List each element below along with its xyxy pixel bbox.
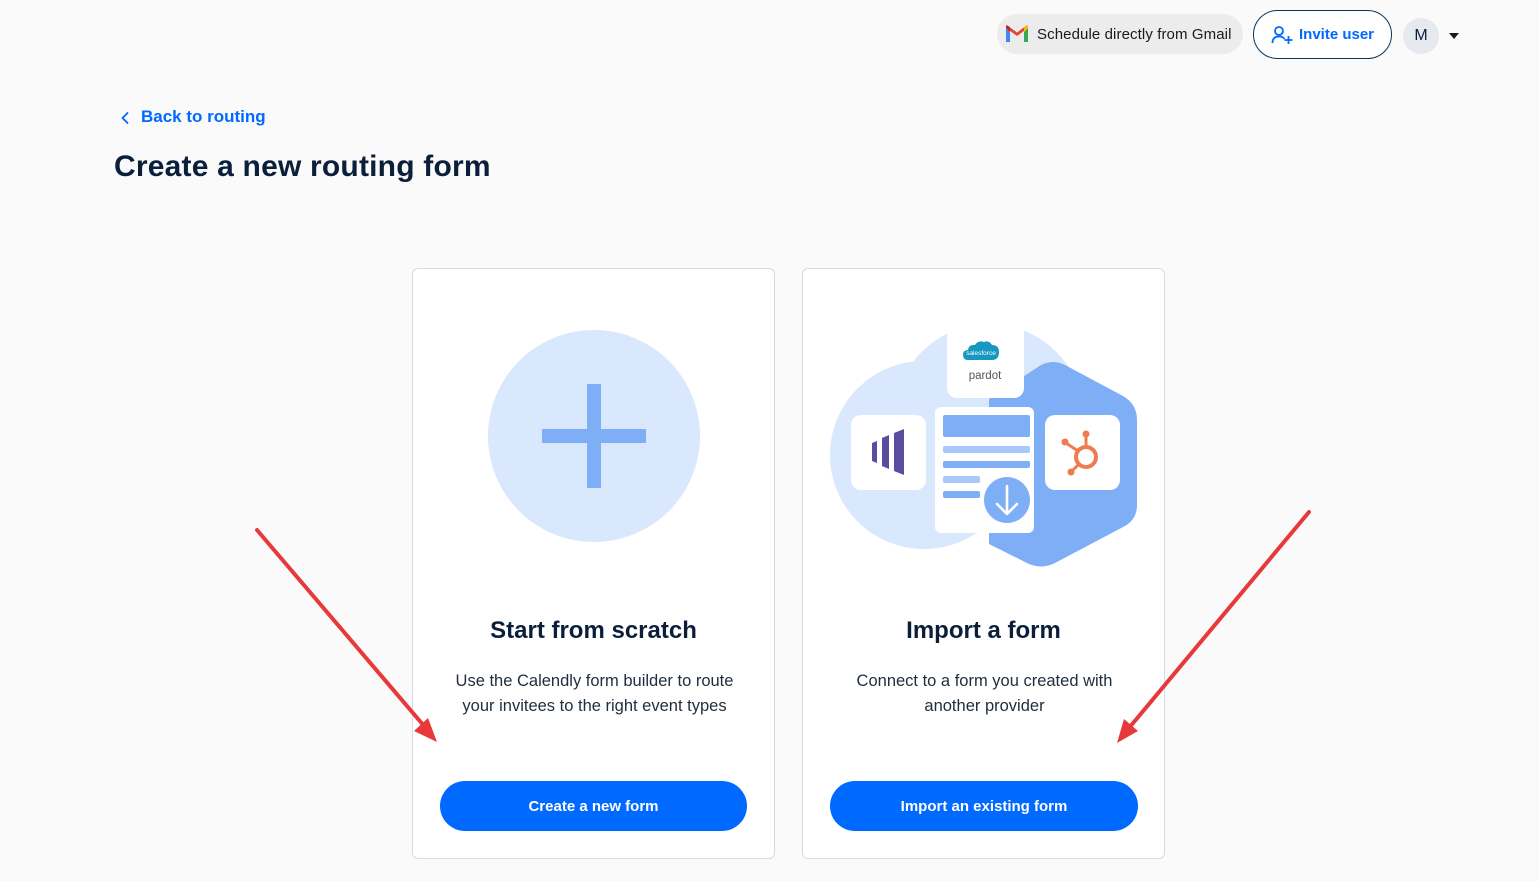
start-from-scratch-card: Start from scratch Use the Calendly form… <box>412 268 775 859</box>
invite-user-label: Invite user <box>1298 26 1375 43</box>
chevron-left-icon <box>121 112 129 124</box>
scratch-illustration <box>488 330 700 542</box>
card-title: Import a form <box>906 617 1061 644</box>
page-title: Create a new routing form <box>114 150 491 183</box>
gmail-schedule-label: Schedule directly from Gmail <box>1037 25 1232 43</box>
download-arrow-icon <box>984 477 1030 523</box>
caret-down-icon[interactable] <box>1449 33 1459 39</box>
import-illustration: salesforce pardot <box>830 323 1137 567</box>
salesforce-pardot-logo: salesforce pardot <box>947 323 1024 398</box>
marketo-icon <box>851 415 926 490</box>
annotation-arrow-left <box>255 528 437 742</box>
back-to-routing-label: Back to routing <box>141 107 266 126</box>
gmail-schedule-button[interactable]: Schedule directly from Gmail <box>997 14 1243 54</box>
card-title: Start from scratch <box>490 617 697 644</box>
page: Schedule directly from Gmail Invite user… <box>0 0 1539 881</box>
svg-text:pardot: pardot <box>969 370 1002 382</box>
avatar[interactable]: M <box>1403 18 1439 54</box>
import-existing-form-button[interactable]: Import an existing form <box>830 781 1138 831</box>
card-description: Connect to a form you created with anoth… <box>856 672 1113 715</box>
hubspot-icon <box>1045 415 1120 490</box>
avatar-initial: M <box>1414 27 1428 44</box>
svg-text:salesforce: salesforce <box>966 350 996 357</box>
back-to-routing-link[interactable]: Back to routing <box>120 104 266 130</box>
import-form-card: salesforce pardot Import a form Connect … <box>802 268 1165 859</box>
create-new-form-button[interactable]: Create a new form <box>440 781 747 831</box>
gmail-icon <box>1006 25 1028 42</box>
card-description: Use the Calendly form builder to route y… <box>455 672 734 715</box>
invite-user-button[interactable]: Invite user <box>1253 10 1392 59</box>
add-user-icon <box>1271 25 1293 44</box>
